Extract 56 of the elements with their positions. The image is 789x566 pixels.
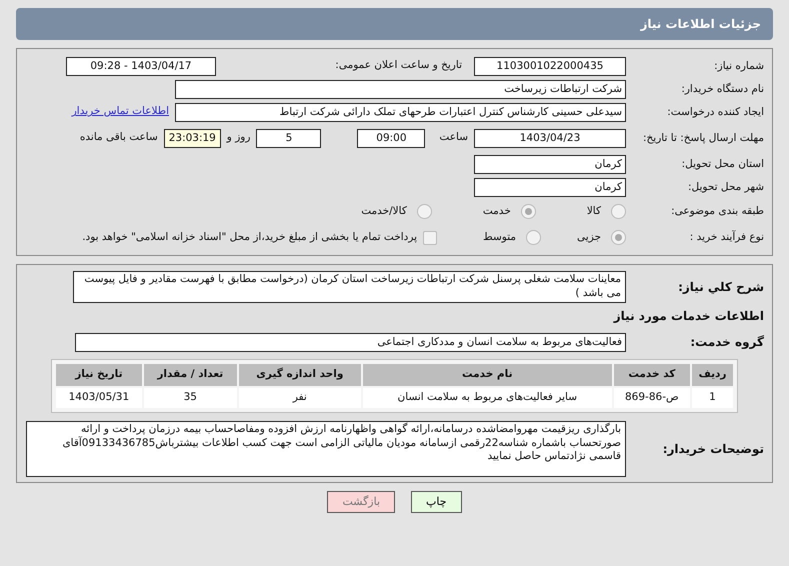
checkbox[interactable] bbox=[423, 230, 438, 244]
input-field: 1403/04/17 - 09:28 bbox=[66, 56, 216, 76]
countdown-field: 23:03:19 bbox=[164, 128, 221, 148]
table-cell: سایر فعالیت‌های مربوط به سلامت انسان bbox=[362, 388, 612, 408]
input-field: 09:00 bbox=[357, 128, 426, 148]
table-cell: 1 bbox=[692, 388, 733, 408]
field-label: استان محل تحویل: bbox=[680, 158, 765, 170]
column-header: ردیف bbox=[692, 364, 733, 386]
field-label: نوع فرآیند خرید : bbox=[688, 231, 765, 244]
table-cell: 1403/05/31 bbox=[56, 388, 142, 408]
radio-button[interactable] bbox=[611, 204, 626, 219]
field-label: ساعت bbox=[439, 130, 468, 146]
field-label: ساعت باقی مانده bbox=[80, 130, 158, 146]
field-label: نام دستگاه خریدار: bbox=[680, 82, 765, 96]
column-header: تعداد / مقدار bbox=[144, 364, 237, 386]
field-label: شرح كلي نیاز: bbox=[677, 280, 765, 294]
radio-button[interactable] bbox=[611, 230, 626, 245]
radio-button[interactable] bbox=[520, 204, 536, 219]
column-header: کد خدمت bbox=[614, 364, 690, 386]
input-field: فعالیت‌های مربوط به سلامت انسان و مددکاری اجتماعی bbox=[75, 332, 626, 352]
field-label: شهر محل تحویل: bbox=[687, 180, 765, 194]
field-label: روز و bbox=[226, 130, 250, 146]
contact-link[interactable]: اطلاعات تماس خریدار bbox=[72, 104, 169, 120]
input-field: 1403/04/23 bbox=[474, 128, 626, 148]
input-field: کرمان bbox=[474, 178, 626, 196]
notes-field: بارگذاری ریزقیمت مهروامضاشده درسامانه،ارائه گواهی واظهارنامه ارزش افزوده ومفاصاحساب بیمه درزمان پرداخت و ارائه صورتحساب باشماره شناسه22رقمی ازسامانه مودیان مالیاتی الزامی است جهت کسب اطلاعات بیشترباش09133436785آقای قاسمی نژادتماس حاصل نمایید bbox=[26, 421, 626, 477]
radio-label: خدمت bbox=[482, 204, 511, 219]
table-cell: 35 bbox=[144, 388, 237, 408]
radio-label: کالا/خدمت bbox=[361, 204, 407, 219]
field-label: ایجاد کننده درخواست: bbox=[666, 106, 765, 118]
checkbox-label: پرداخت تمام یا بخشی از مبلغ خرید،از محل "اسناد خزانه اسلامی" خواهد بود. bbox=[82, 230, 418, 245]
page-title: جزئیات اطلاعات نیاز bbox=[16, 8, 773, 40]
radio-button[interactable] bbox=[416, 204, 432, 219]
column-header: واحد اندازه گیری bbox=[238, 364, 361, 386]
field-label: تاریخ و ساعت اعلان عمومی: bbox=[334, 58, 462, 74]
column-header: تاریخ نیاز bbox=[56, 364, 142, 386]
print-button[interactable]: چاپ bbox=[411, 491, 462, 513]
description-field: معاینات سلامت شغلی پرسنل شرکت ارتباطات زیرساخت استان کرمان (درخواست مطابق با فهرست مقادیر و فایل پیوست می باشد ) bbox=[73, 271, 626, 303]
input-field: 5 bbox=[256, 128, 322, 148]
input-field: کرمان bbox=[474, 154, 626, 174]
radio-label: کالا bbox=[586, 204, 601, 219]
input-field: سیدعلی حسینی کارشناس کنترل اعتبارات طرحهای تملک دارائی شرکت ارتباط bbox=[175, 102, 626, 122]
radio-button[interactable] bbox=[526, 230, 542, 245]
input-field: 1103001022000435 bbox=[474, 56, 626, 76]
radio-label: جزیی bbox=[577, 230, 601, 245]
field-label: توضیحات خریدار: bbox=[662, 442, 765, 456]
field-label: شماره نیاز: bbox=[713, 60, 765, 72]
field-label: گروه خدمت: bbox=[689, 334, 765, 350]
field-label: مهلت ارسال پاسخ: تا تاریخ: bbox=[642, 132, 765, 144]
table-cell: نفر bbox=[238, 388, 361, 408]
field-label: طبقه بندی موضوعی: bbox=[670, 205, 765, 218]
input-field: شرکت ارتباطات زیرساخت bbox=[175, 80, 626, 98]
table-cell: ص-86-869 bbox=[614, 388, 690, 408]
column-header: نام خدمت bbox=[362, 364, 612, 386]
section-title: اطلاعات خدمات مورد نیاز bbox=[614, 308, 765, 325]
radio-label: متوسط bbox=[483, 230, 516, 245]
